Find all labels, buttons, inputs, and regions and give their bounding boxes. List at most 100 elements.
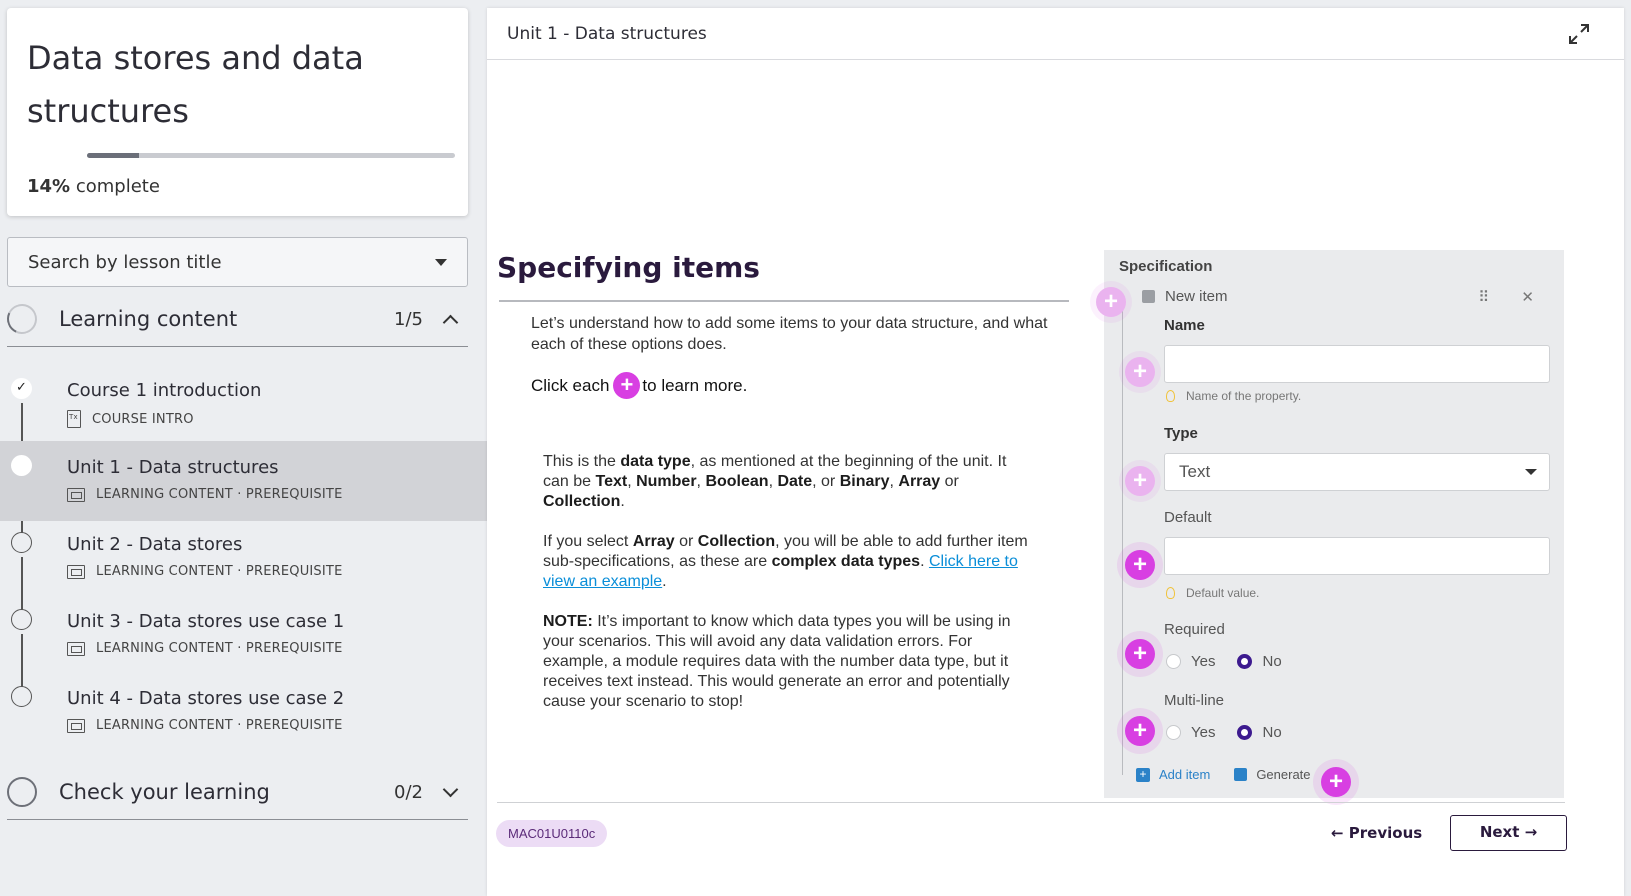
hotspot-required[interactable]: +: [1125, 639, 1155, 669]
lightbulb-icon: [1166, 587, 1175, 599]
name-field: [1164, 345, 1550, 383]
section-title: Learning content: [59, 307, 238, 331]
intro-text: Let’s understand how to add some items t…: [531, 315, 1048, 353]
progress-bar: [87, 153, 455, 158]
checkbox-icon: [1142, 290, 1155, 303]
lesson-meta: COURSE INTRO: [67, 410, 194, 428]
caret-down-icon: [1525, 469, 1537, 475]
required-radio-group: Yes No: [1166, 653, 1282, 670]
tree-line: [1122, 295, 1123, 775]
lesson-title: Unit 4 - Data stores use case 2: [67, 688, 345, 709]
specification-panel: Specification New item ⠿ ✕ Name Name of …: [1096, 250, 1564, 798]
section-title: Check your learning: [59, 780, 270, 804]
slides-icon: [67, 641, 85, 656]
check-icon: [11, 378, 32, 399]
spec-footer: + Add item Generate: [1136, 767, 1311, 782]
progress-value: 14%: [27, 176, 71, 197]
text: .: [662, 573, 667, 590]
bold-term: Collection: [543, 493, 621, 510]
radio-label: No: [1262, 724, 1282, 741]
generate-icon: [1234, 768, 1248, 781]
text: , or: [812, 473, 840, 490]
hotspot-multiline[interactable]: +: [1125, 716, 1155, 746]
next-button[interactable]: Next →: [1450, 815, 1567, 851]
radio-label: No: [1262, 653, 1282, 670]
new-item-row: New item: [1142, 288, 1228, 305]
search-label: Search by lesson title: [28, 251, 222, 273]
click-prefix: Click each: [531, 375, 610, 395]
lesson-title: Unit 1 - Data structures: [67, 457, 279, 478]
lesson-item-unit-2[interactable]: Unit 2 - Data stores LEARNING CONTENT · …: [0, 518, 487, 598]
slide-heading: Specifying items: [497, 251, 760, 284]
document-icon: [67, 410, 81, 428]
text: This is the: [543, 453, 621, 470]
text: ,: [627, 473, 637, 490]
lesson-item-unit-3[interactable]: Unit 3 - Data stores use case 1 LEARNING…: [0, 595, 487, 675]
lesson-meta-text: LEARNING CONTENT · PREREQUISITE: [96, 564, 343, 579]
text: .: [920, 553, 929, 570]
plus-icon: +: [613, 372, 641, 399]
lesson-meta: LEARNING CONTENT · PREREQUISITE: [67, 487, 342, 502]
lesson-content-panel: Unit 1 - Data structures Specifying item…: [487, 8, 1624, 896]
lesson-code-badge: MAC01U0110c: [496, 820, 608, 847]
bold-term: Date: [777, 473, 813, 490]
paragraph: This is the data type, as mentioned at t…: [543, 452, 1033, 512]
radio-no: [1237, 654, 1253, 669]
bold-term: data type: [620, 453, 691, 470]
multiline-radio-group: Yes No: [1166, 724, 1282, 741]
paragraph: If you select Array or Collection, you w…: [543, 532, 1033, 592]
click-instruction: Click each + to learn more.: [531, 372, 747, 399]
default-hint: Default value.: [1166, 586, 1259, 600]
progress-ring-icon: [2, 299, 42, 339]
lesson-search-dropdown[interactable]: Search by lesson title: [7, 237, 468, 287]
hint-text: Name of the property.: [1186, 389, 1302, 403]
text: or: [940, 473, 959, 490]
status-circle-icon: [11, 609, 32, 630]
content-header: Unit 1 - Data structures: [487, 8, 1624, 60]
course-card: Data stores and data structures 14% comp…: [7, 8, 468, 216]
lesson-title: Unit 3 - Data stores use case 1: [67, 611, 345, 632]
type-label: Type: [1164, 425, 1198, 442]
chevron-up-icon: [442, 314, 459, 330]
status-circle-icon: [11, 686, 32, 707]
expand-icon[interactable]: [1567, 22, 1591, 46]
text: .: [620, 493, 625, 510]
hotspot-new-item[interactable]: +: [1096, 287, 1126, 317]
text: or: [674, 533, 698, 550]
lesson-item-unit-4[interactable]: Unit 4 - Data stores use case 2 LEARNING…: [0, 672, 487, 752]
hotspot-name[interactable]: +: [1125, 357, 1155, 387]
bold-term: Text: [595, 473, 628, 490]
default-field: [1164, 537, 1550, 575]
status-circle-icon: [11, 532, 32, 553]
lesson-item-course-intro[interactable]: Course 1 introduction COURSE INTRO: [0, 364, 487, 444]
slides-icon: [67, 487, 85, 502]
multiline-label: Multi-line: [1164, 692, 1225, 709]
section-check-your-learning[interactable]: Check your learning 0/2: [7, 765, 468, 820]
lightbulb-icon: [1166, 390, 1175, 402]
previous-button[interactable]: ← Previous: [1331, 816, 1422, 850]
radio-yes: [1166, 725, 1181, 740]
radio-label: Yes: [1191, 724, 1216, 741]
hotspot-default[interactable]: +: [1125, 550, 1155, 580]
add-icon: +: [1136, 767, 1150, 782]
course-title: Data stores and data structures: [27, 39, 364, 130]
hotspot-type[interactable]: +: [1125, 466, 1155, 496]
section-learning-content[interactable]: Learning content 1/5: [2, 292, 468, 347]
progress-text: 14% complete: [27, 176, 160, 197]
paragraph: NOTE: It’s important to know which data …: [543, 612, 1033, 712]
lesson-title: Unit 2 - Data stores: [67, 534, 243, 555]
type-select: Text: [1164, 453, 1550, 491]
click-suffix: to learn more.: [642, 375, 748, 395]
content-title: Unit 1 - Data structures: [507, 23, 707, 44]
lesson-item-unit-1[interactable]: Unit 1 - Data structures LEARNING CONTEN…: [0, 441, 487, 521]
hotspot-generate[interactable]: +: [1321, 767, 1351, 797]
default-label: Default: [1164, 509, 1212, 526]
lesson-meta-text: LEARNING CONTENT · PREREQUISITE: [96, 641, 343, 656]
radio-yes: [1166, 654, 1181, 669]
chevron-down-icon: [442, 781, 459, 797]
progress-suffix: complete: [75, 176, 160, 197]
lesson-meta-text: LEARNING CONTENT · PREREQUISITE: [96, 718, 343, 733]
note-text: It’s important to know which data types …: [543, 613, 1011, 710]
bold-term: Binary: [839, 473, 890, 490]
lesson-meta-text: COURSE INTRO: [92, 411, 194, 427]
